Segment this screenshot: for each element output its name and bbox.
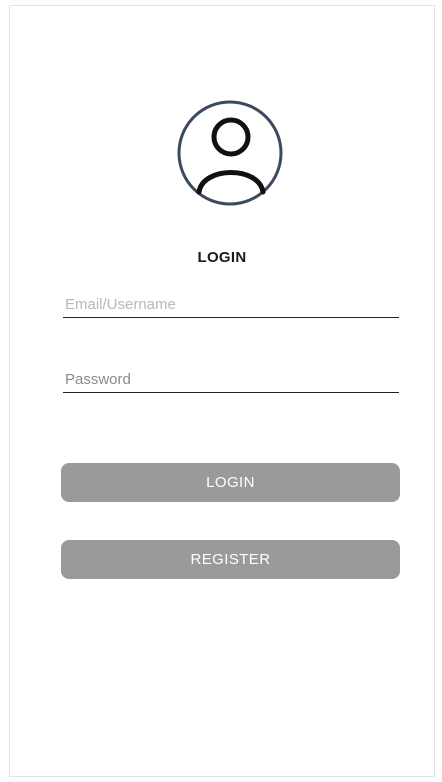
page-title: LOGIN xyxy=(197,249,247,266)
email-username-input[interactable] xyxy=(63,292,399,318)
register-button[interactable]: REGISTER xyxy=(61,540,400,579)
user-avatar-icon xyxy=(177,100,283,206)
login-screen: LOGIN LOGIN REGISTER xyxy=(9,5,435,777)
password-input[interactable] xyxy=(63,367,399,393)
login-button[interactable]: LOGIN xyxy=(61,463,400,502)
